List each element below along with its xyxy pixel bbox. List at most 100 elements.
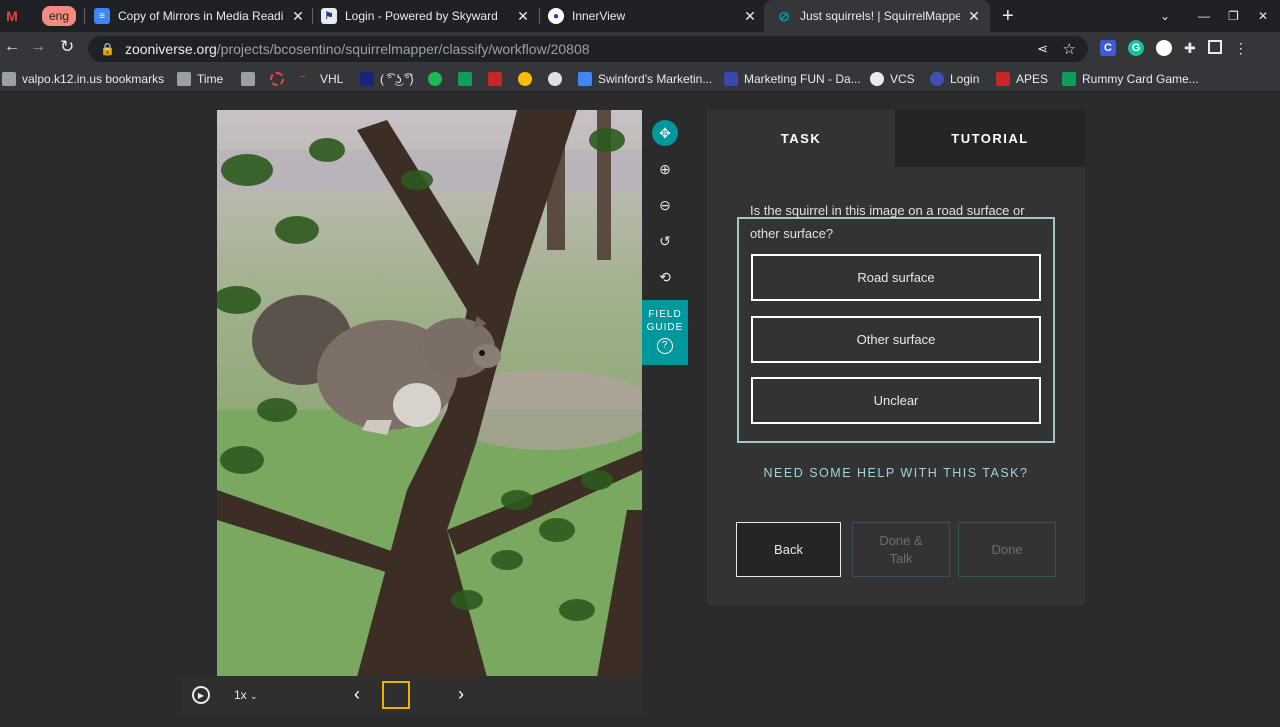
bookmark-rummy[interactable]: Rummy Card Game... — [1062, 70, 1199, 88]
move-icon[interactable]: ✥ — [652, 120, 678, 146]
subject-controls: ▶ 1x ⌄ ‹ › — [182, 676, 642, 716]
bookmark-vcs[interactable]: VCS — [870, 70, 915, 88]
tab-google-doc[interactable]: ≡ Copy of Mirrors in Media Reading ✕ — [94, 0, 306, 32]
done-button[interactable]: Done — [958, 522, 1056, 577]
tab-title: Login - Powered by Skyward — [345, 9, 498, 23]
bookmark-label: Time — [197, 72, 224, 86]
field-guide-label: FIELD GUIDE — [646, 309, 684, 333]
tab-innerview[interactable]: ● InnerView ✕ — [548, 0, 758, 32]
tab-skyward[interactable]: ⚑ Login - Powered by Skyward ✕ — [321, 0, 531, 32]
apes-icon — [996, 72, 1010, 86]
bookmark-icon — [488, 72, 502, 86]
bookmark-item[interactable] — [488, 70, 508, 88]
slides-icon — [578, 72, 592, 86]
close-icon[interactable]: ✕ — [515, 8, 531, 25]
play-button[interactable]: ▶ — [192, 686, 210, 704]
answer-road-surface[interactable]: Road surface — [751, 254, 1041, 301]
url-path: /projects/bcosentino/squirrelmapper/clas… — [216, 41, 590, 57]
bookmark-apes[interactable]: APES — [996, 70, 1048, 88]
bookmark-item[interactable] — [458, 70, 478, 88]
puzzle-icon[interactable]: ✚ — [1184, 40, 1196, 58]
zoom-out-icon[interactable]: ⊖ — [652, 192, 678, 218]
bookmark-item[interactable] — [548, 70, 568, 88]
tab-tutorial[interactable]: TUTORIAL — [895, 110, 1085, 167]
gmail-icon: M — [6, 8, 18, 24]
vhl-icon: ~ — [300, 72, 306, 83]
help-circle-icon: ? — [657, 338, 673, 354]
close-window-icon[interactable]: ✕ — [1258, 0, 1272, 32]
speed-value: 1x — [234, 688, 247, 702]
restore-icon[interactable]: ❐ — [1228, 0, 1242, 32]
close-icon[interactable]: ✕ — [966, 8, 982, 25]
help-link[interactable]: NEED SOME HELP WITH THIS TASK? — [737, 466, 1055, 480]
tab-separator — [312, 8, 313, 24]
rotate-icon[interactable]: ↺ — [652, 228, 678, 254]
speed-select[interactable]: 1x ⌄ — [234, 688, 258, 702]
done-and-talk-button[interactable]: Done & Talk — [852, 522, 950, 577]
bookmark-folder[interactable] — [241, 70, 261, 88]
bookmark-vhl[interactable]: ~ VHL — [300, 70, 343, 88]
close-icon[interactable]: ✕ — [742, 8, 758, 25]
spotify-icon — [428, 72, 442, 86]
bookmark-item[interactable] — [518, 70, 538, 88]
tab-task[interactable]: TASK — [707, 110, 895, 167]
star-icon[interactable]: ☆ — [1063, 40, 1076, 58]
bookmark-login[interactable]: Login — [930, 70, 979, 88]
bookmark-label: APES — [1016, 72, 1049, 86]
chevron-down-icon: ⌄ — [250, 691, 258, 701]
answer-unclear[interactable]: Unclear — [751, 377, 1041, 424]
tab-squirrelmapper[interactable]: ⊘ Just squirrels! | SquirrelMapper | ✕ — [764, 0, 990, 32]
subject-image[interactable] — [217, 110, 642, 677]
bookmark-swinford[interactable]: Swinford's Marketin... — [578, 70, 712, 88]
previous-frame-icon[interactable]: ‹ — [354, 684, 360, 705]
bookmark-item[interactable] — [428, 70, 448, 88]
next-frame-icon[interactable]: › — [458, 684, 464, 705]
menu-dots-icon[interactable]: ⋮ — [1234, 40, 1248, 58]
answer-label: Other surface — [856, 332, 936, 347]
reload-icon[interactable]: ↻ — [60, 37, 74, 57]
zooniverse-icon: ⊘ — [778, 7, 790, 24]
innerview-icon: ● — [548, 8, 564, 24]
back-arrow-icon[interactable]: ← — [4, 38, 20, 56]
chevron-down-icon[interactable]: ⌄ — [1160, 0, 1178, 32]
squirrel-photo — [217, 110, 642, 677]
bookmark-marketing-fun[interactable]: Marketing FUN - Da... — [724, 70, 861, 88]
address-bar[interactable]: 🔒 zooniverse.org/projects/bcosentino/squ… — [88, 36, 1088, 62]
back-button[interactable]: Back — [736, 522, 841, 577]
answer-other-surface[interactable]: Other surface — [751, 316, 1041, 363]
bookmark-label: Marketing FUN - Da... — [744, 72, 861, 86]
extensions: C G ✚ ⋮ — [1100, 40, 1248, 58]
bookmark-label: VHL — [320, 72, 344, 86]
tab-gmail[interactable]: M — [4, 0, 30, 32]
bookmark-label: Login — [950, 72, 980, 86]
extension-icon[interactable] — [1156, 40, 1172, 56]
sheets-icon — [458, 72, 472, 86]
share-icon[interactable]: ⋖ — [1037, 41, 1048, 57]
bookmark-label: Swinford's Marketin... — [598, 72, 713, 86]
frame-thumbnail[interactable] — [382, 681, 410, 709]
extension-c-icon[interactable]: C — [1100, 40, 1116, 56]
close-icon[interactable]: ✕ — [290, 8, 306, 25]
lenny-icon — [360, 72, 374, 86]
zoom-in-icon[interactable]: ⊕ — [652, 156, 678, 182]
minimize-icon[interactable]: — — [1198, 0, 1212, 32]
field-guide-button[interactable]: FIELD GUIDE ? — [642, 300, 688, 365]
bookmark-label: VCS — [890, 72, 915, 86]
search-icon — [518, 72, 532, 86]
play-icon: ▶ — [197, 690, 205, 700]
side-panel-icon[interactable] — [1207, 40, 1222, 54]
tab-separator — [84, 8, 85, 24]
grammarly-icon[interactable]: G — [1128, 40, 1144, 56]
tab-eng[interactable]: eng — [42, 0, 77, 32]
bookmark-folder[interactable]: Time — [177, 70, 223, 88]
google-docs-icon: ≡ — [94, 8, 110, 24]
bookmark-lenny[interactable]: ( ͡° ͜ʖ ͡°) — [360, 70, 414, 88]
forward-arrow-icon[interactable]: → — [30, 38, 46, 56]
bookmark-item[interactable] — [270, 70, 290, 88]
new-tab-button[interactable]: + — [1002, 0, 1022, 32]
bookmark-folder[interactable]: valpo.k12.in.us bookmarks — [2, 70, 164, 88]
bookmark-label: ( ͡° ͜ʖ ͡°) — [380, 72, 414, 86]
reset-icon[interactable]: ⟲ — [652, 264, 678, 290]
board-icon — [724, 72, 738, 86]
skyward-icon: ⚑ — [321, 8, 337, 24]
